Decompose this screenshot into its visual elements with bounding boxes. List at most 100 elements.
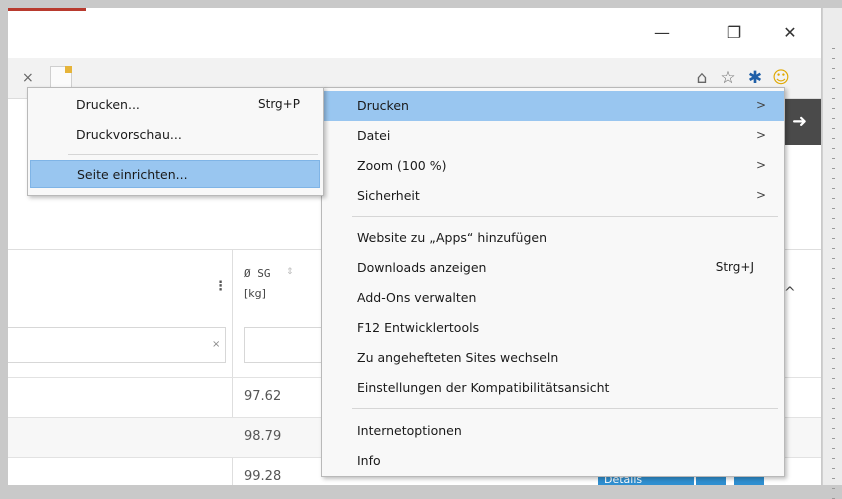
- ruler-tick: [832, 138, 835, 139]
- tab-close-icon[interactable]: ×: [22, 70, 36, 86]
- menu-item-drucken[interactable]: Drucken >: [322, 91, 784, 121]
- tools-menu: Drucken > Datei > Zoom (100 %) > Sicherh…: [321, 87, 785, 477]
- tools-gear-icon[interactable]: ✱: [745, 68, 765, 88]
- minimize-button[interactable]: —: [648, 22, 676, 44]
- column-menu-icon[interactable]: ⋮: [214, 279, 227, 294]
- menu-item-devtools[interactable]: F12 Entwicklertools: [322, 313, 784, 343]
- column-header-sg[interactable]: Ø SG: [244, 267, 271, 280]
- filter-input[interactable]: [8, 327, 226, 363]
- ruler-tick: [832, 308, 835, 309]
- ruler-tick: [832, 478, 835, 479]
- ruler-tick: [832, 348, 835, 349]
- menu-item-label: Datei: [357, 128, 391, 143]
- ruler-tick: [832, 398, 835, 399]
- print-submenu: Drucken... Strg+P Druckvorschau... Seite…: [27, 87, 324, 196]
- ruler-tick: [832, 218, 835, 219]
- menu-item-zoom[interactable]: Zoom (100 %) >: [322, 151, 784, 181]
- home-icon[interactable]: ⌂: [692, 68, 712, 88]
- cell-sg: 98.79: [244, 429, 282, 444]
- ruler-tick: [832, 78, 835, 79]
- ruler-tick: [832, 278, 835, 279]
- ruler-tick: [832, 468, 835, 469]
- ruler-tick: [832, 238, 835, 239]
- menu-item-downloads[interactable]: Downloads anzeigen Strg+J: [322, 253, 784, 283]
- menu-item-label: Add-Ons verwalten: [357, 290, 477, 305]
- ruler-tick: [832, 338, 835, 339]
- ruler-tick: [832, 228, 835, 229]
- ruler-tick: [832, 418, 835, 419]
- menu-item-label: Drucken: [357, 98, 409, 113]
- cell-sg: 99.28: [244, 469, 282, 484]
- menu-item-label: Zoom (100 %): [357, 158, 447, 173]
- favorites-icon[interactable]: ☆: [718, 68, 738, 88]
- ruler-tick: [832, 488, 835, 489]
- tab-accent: [8, 8, 86, 11]
- submenu-item-print-preview[interactable]: Druckvorschau...: [30, 121, 320, 149]
- chevron-right-icon: >: [755, 158, 766, 172]
- menu-item-addons[interactable]: Add-Ons verwalten: [322, 283, 784, 313]
- ruler-tick: [832, 98, 835, 99]
- submenu-item-page-setup[interactable]: Seite einrichten...: [30, 160, 320, 188]
- menu-item-info[interactable]: Info: [322, 446, 784, 476]
- column-header-unit: [kg]: [244, 287, 266, 300]
- ruler-tick: [832, 248, 835, 249]
- side-ruler: [822, 8, 842, 499]
- smiley-feedback-icon[interactable]: ☺: [771, 68, 791, 88]
- ruler-tick: [832, 48, 835, 49]
- submenu-item-label: Seite einrichten...: [77, 167, 188, 182]
- menu-item-sicherheit[interactable]: Sicherheit >: [322, 181, 784, 211]
- ruler-tick: [832, 368, 835, 369]
- ruler-tick: [832, 428, 835, 429]
- ruler-tick: [832, 378, 835, 379]
- ruler-tick: [832, 118, 835, 119]
- menu-item-pinned-sites[interactable]: Zu angehefteten Sites wechseln: [322, 343, 784, 373]
- submenu-item-print[interactable]: Drucken... Strg+P: [30, 91, 320, 119]
- ruler-tick: [832, 208, 835, 209]
- submenu-item-shortcut: Strg+P: [258, 97, 300, 111]
- chevron-right-icon: >: [755, 98, 766, 112]
- ruler-tick: [832, 108, 835, 109]
- ruler-tick: [832, 458, 835, 459]
- ruler-tick: [832, 268, 835, 269]
- ruler-tick: [832, 88, 835, 89]
- menu-item-label: Internetoptionen: [357, 423, 462, 438]
- menu-separator: [68, 154, 318, 155]
- ruler-tick: [832, 188, 835, 189]
- ruler-tick: [832, 318, 835, 319]
- menu-item-add-to-apps[interactable]: Website zu „Apps“ hinzufügen: [322, 223, 784, 253]
- ruler-tick: [832, 198, 835, 199]
- ruler-tick: [832, 448, 835, 449]
- ruler-tick: [832, 388, 835, 389]
- menu-separator: [352, 408, 778, 409]
- ruler-tick: [832, 158, 835, 159]
- menu-item-label: F12 Entwicklertools: [357, 320, 480, 335]
- ruler-tick: [832, 358, 835, 359]
- submenu-item-label: Druckvorschau...: [76, 127, 182, 142]
- menu-item-internet-options[interactable]: Internetoptionen: [322, 416, 784, 446]
- new-tab-icon: [65, 66, 72, 73]
- ruler-tick: [832, 408, 835, 409]
- close-window-button[interactable]: ✕: [776, 22, 804, 44]
- ruler-tick: [832, 288, 835, 289]
- ruler-tick: [832, 298, 835, 299]
- restore-button[interactable]: ❐: [720, 22, 748, 44]
- ruler-tick: [832, 148, 835, 149]
- cell-sg: 97.62: [244, 389, 282, 404]
- menu-item-label: Website zu „Apps“ hinzufügen: [357, 230, 548, 245]
- submenu-item-label: Drucken...: [76, 97, 140, 112]
- ruler-tick: [832, 58, 835, 59]
- chevron-right-icon: >: [755, 128, 766, 142]
- menu-item-label: Downloads anzeigen: [357, 260, 487, 275]
- menu-item-datei[interactable]: Datei >: [322, 121, 784, 151]
- ruler-tick: [832, 168, 835, 169]
- ruler-tick: [832, 128, 835, 129]
- chevron-up-icon[interactable]: ^: [784, 285, 796, 301]
- clear-filter-icon[interactable]: ×: [212, 339, 220, 350]
- title-bar: — ❐ ✕: [8, 8, 821, 58]
- ruler-tick: [832, 178, 835, 179]
- menu-item-label: Einstellungen der Kompatibilitätsansicht: [357, 380, 610, 395]
- ruler-tick: [832, 258, 835, 259]
- menu-item-label: Zu angehefteten Sites wechseln: [357, 350, 559, 365]
- sort-icon[interactable]: ⇕: [286, 267, 294, 277]
- menu-item-compat-view[interactable]: Einstellungen der Kompatibilitätsansicht: [322, 373, 784, 403]
